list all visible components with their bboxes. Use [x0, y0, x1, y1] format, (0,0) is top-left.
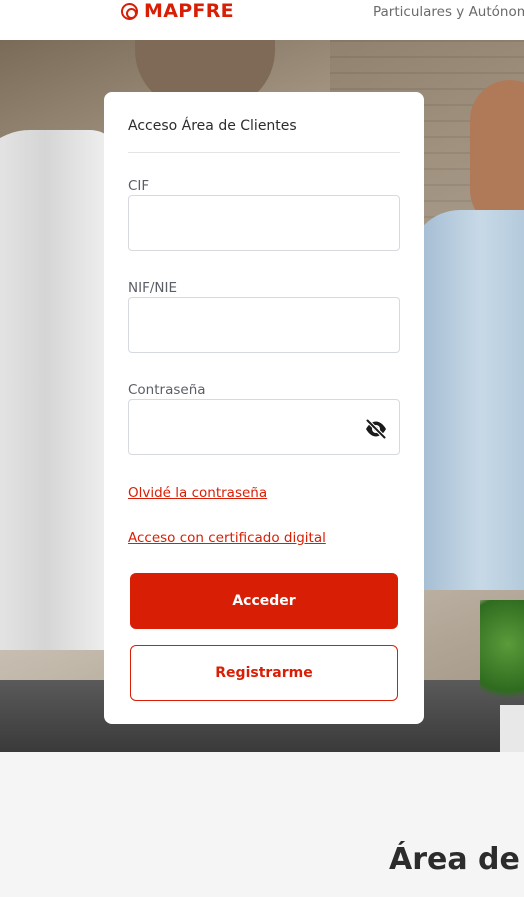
- mapfre-logo[interactable]: MAPFRE: [121, 0, 234, 22]
- cif-label: CIF: [128, 178, 150, 194]
- forgot-password-link[interactable]: Olvidé la contraseña: [128, 485, 267, 501]
- hero-person-left: [0, 130, 120, 650]
- hero-person-right: [410, 210, 524, 590]
- digital-certificate-link[interactable]: Acceso con certificado digital: [128, 530, 326, 546]
- area-clientes-section-title: Área de: [389, 842, 520, 877]
- nif-input[interactable]: [128, 297, 400, 353]
- nif-label: NIF/NIE: [128, 280, 178, 296]
- login-card: Acceso Área de Clientes CIF NIF/NIE Cont…: [104, 92, 424, 724]
- login-divider: [128, 152, 400, 153]
- mapfre-logo-icon: [121, 2, 138, 20]
- logo-text: MAPFRE: [144, 0, 234, 22]
- top-header: MAPFRE Particulares y Autónom: [0, 0, 524, 40]
- login-title: Acceso Área de Clientes: [128, 118, 297, 134]
- hero-person-face: [470, 80, 524, 230]
- acceder-button[interactable]: Acceder: [130, 573, 398, 629]
- segment-selector-particulares[interactable]: Particulares y Autónom: [373, 4, 524, 20]
- password-input[interactable]: [128, 399, 400, 455]
- hero-pot: [500, 705, 524, 752]
- eye-slash-icon[interactable]: [364, 417, 388, 441]
- registrarme-button[interactable]: Registrarme: [130, 645, 398, 701]
- hero-plant: [480, 600, 524, 710]
- cif-input[interactable]: [128, 195, 400, 251]
- password-label: Contraseña: [128, 382, 206, 398]
